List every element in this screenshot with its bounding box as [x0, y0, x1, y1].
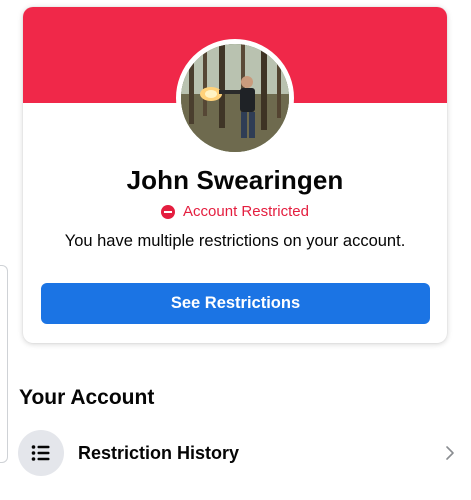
list-icon [18, 430, 64, 476]
profile-photo [181, 44, 289, 152]
account-status: Account Restricted [23, 203, 447, 220]
profile-name: John Swearingen [126, 165, 344, 195]
restriction-history-item[interactable]: Restriction History [18, 430, 458, 476]
section-title: Your Account [19, 386, 155, 409]
restriction-history-label: Restriction History [78, 442, 240, 463]
side-panel-edge [0, 265, 8, 463]
minus-circle-icon [161, 204, 176, 219]
status-label: Account Restricted [183, 203, 309, 220]
restriction-description: You have multiple restrictions on your a… [64, 232, 406, 250]
see-restrictions-button[interactable]: See Restrictions [41, 283, 430, 324]
chevron-right-icon [446, 446, 454, 460]
restriction-card: John Swearingen Account Restricted You h… [23, 7, 447, 343]
avatar[interactable] [176, 39, 294, 157]
